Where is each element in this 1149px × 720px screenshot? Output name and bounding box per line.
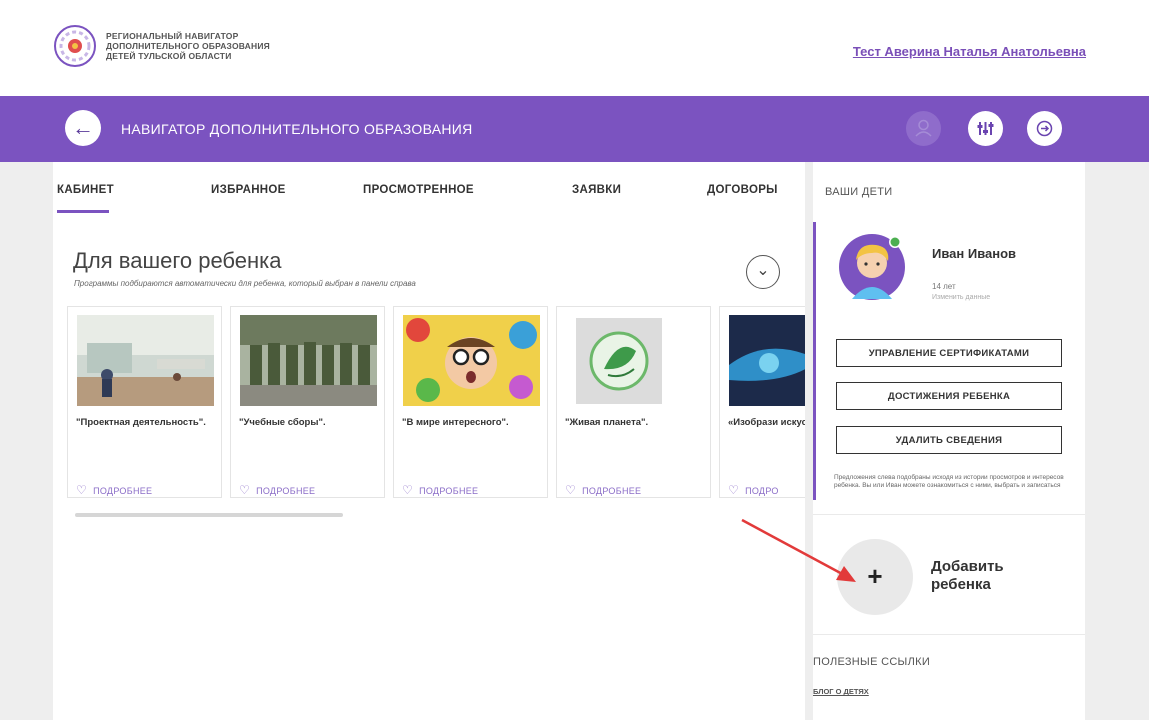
child-avatar[interactable]	[838, 233, 906, 301]
program-name: "Учебные сборы".	[239, 417, 326, 428]
child-name: Иван Иванов	[932, 246, 1017, 261]
program-name: "Живая планета".	[565, 417, 649, 428]
site-header: РЕГИОНАЛЬНЫЙ НАВИГАТОР ДОПОЛНИТЕЛЬНОГО О…	[0, 0, 1149, 96]
program-card[interactable]: «Изобрази искусство» ♡ПОДРО	[719, 306, 805, 498]
section-title: Для вашего ребенка	[73, 248, 282, 273]
program-image	[566, 315, 703, 406]
carousel-scrollbar[interactable]	[75, 513, 343, 517]
add-child-label[interactable]: Добавить ребенка	[931, 558, 1051, 594]
section-subtitle: Программы подбираются автоматически для …	[74, 279, 416, 288]
heart-icon[interactable]: ♡	[402, 483, 413, 497]
edit-child-link[interactable]: Изменить данные	[932, 294, 990, 301]
active-tab-indicator	[57, 210, 109, 213]
cabinet-tabs: КАБИНЕТ ИЗБРАННОЕ ПРОСМОТРЕННОЕ ЗАЯВКИ Д…	[53, 162, 805, 222]
navigator-title[interactable]: НАВИГАТОР ДОПОЛНИТЕЛЬНОГО ОБРАЗОВАНИЯ	[121, 121, 473, 137]
heart-icon[interactable]: ♡	[76, 483, 87, 497]
program-card[interactable]: "В мире интересного". ♡ ПОДРОБНЕЕ	[393, 306, 548, 498]
details-link[interactable]: ♡ ПОДРОБНЕЕ	[76, 483, 152, 497]
tab-favorites[interactable]: ИЗБРАННОЕ	[211, 184, 286, 196]
tab-contracts[interactable]: ДОГОВОРЫ	[707, 184, 778, 196]
program-name: "В мире интересного".	[402, 417, 509, 428]
useful-links: ПОЛЕЗНЫЕ ССЫЛКИ БЛОГ О ДЕТЯХ	[813, 634, 1085, 720]
delete-info-button[interactable]: УДАЛИТЬ СВЕДЕНИЯ	[836, 426, 1062, 454]
your-children-heading: ВАШИ ДЕТИ	[825, 186, 893, 198]
child-card: Иван Иванов 14 лет Изменить данные УПРАВ…	[813, 222, 1085, 500]
logout-icon	[1036, 120, 1053, 137]
program-card[interactable]: "Учебные сборы". ♡ ПОДРОБНЕЕ	[230, 306, 385, 498]
program-image	[77, 315, 214, 406]
program-carousel: "Проектная деятельность". ♡ ПОДРОБНЕЕ "У…	[67, 306, 805, 506]
user-profile-link[interactable]: Тест Аверина Наталья Анатольевна	[853, 44, 1086, 59]
arrow-left-icon: ←	[72, 115, 94, 140]
nav-bar: ← НАВИГАТОР ДОПОЛНИТЕЛЬНОГО ОБРАЗОВАНИЯ	[0, 96, 1149, 162]
org-name: РЕГИОНАЛЬНЫЙ НАВИГАТОР ДОПОЛНИТЕЛЬНОГО О…	[106, 31, 270, 61]
plus-icon: +	[867, 561, 883, 591]
profile-button[interactable]	[906, 111, 941, 146]
content-area: КАБИНЕТ ИЗБРАННОЕ ПРОСМОТРЕННОЕ ЗАЯВКИ Д…	[0, 162, 1149, 720]
blog-link[interactable]: БЛОГ О ДЕТЯХ	[813, 687, 869, 696]
program-card[interactable]: "Живая планета". ♡ ПОДРОБНЕЕ	[556, 306, 711, 498]
program-image	[403, 315, 540, 406]
details-link[interactable]: ♡ ПОДРОБНЕЕ	[565, 483, 641, 497]
program-image	[240, 315, 377, 406]
main-panel: КАБИНЕТ ИЗБРАННОЕ ПРОСМОТРЕННОЕ ЗАЯВКИ Д…	[53, 162, 805, 720]
program-name: «Изобрази искусство»	[728, 417, 805, 428]
heart-icon[interactable]: ♡	[239, 483, 250, 497]
child-age: 14 лет	[932, 282, 956, 291]
logout-button[interactable]	[1027, 111, 1062, 146]
manage-certificates-button[interactable]: УПРАВЛЕНИЕ СЕРТИФИКАТАМИ	[836, 339, 1062, 367]
tab-applications[interactable]: ЗАЯВКИ	[572, 184, 621, 196]
children-sidebar: ВАШИ ДЕТИ Иван Иванов 14 лет Изменить да…	[813, 162, 1085, 720]
useful-links-heading: ПОЛЕЗНЫЕ ССЫЛКИ	[813, 656, 931, 668]
program-card[interactable]: "Проектная деятельность". ♡ ПОДРОБНЕЕ	[67, 306, 222, 498]
person-icon	[915, 119, 932, 137]
collapse-button[interactable]: ⌄	[746, 255, 780, 289]
tab-cabinet[interactable]: КАБИНЕТ	[57, 184, 114, 196]
sliders-icon	[977, 122, 994, 135]
add-child-block: + Добавить ребенка	[813, 514, 1085, 632]
add-child-button[interactable]: +	[837, 539, 913, 615]
logo-icon[interactable]	[53, 24, 97, 68]
settings-filter-button[interactable]	[968, 111, 1003, 146]
heart-icon[interactable]: ♡	[728, 483, 739, 497]
recommendation-note: Предложения слева подобраны исходя из ис…	[834, 474, 1064, 489]
achievements-button[interactable]: ДОСТИЖЕНИЯ РЕБЕНКА	[836, 382, 1062, 410]
back-button[interactable]: ←	[65, 110, 101, 146]
program-image	[729, 315, 805, 406]
tab-viewed[interactable]: ПРОСМОТРЕННОЕ	[363, 184, 474, 196]
chevron-down-icon: ⌄	[756, 262, 770, 279]
heart-icon[interactable]: ♡	[565, 483, 576, 497]
details-link[interactable]: ♡ ПОДРО	[728, 483, 779, 497]
details-link[interactable]: ♡ ПОДРОБНЕЕ	[402, 483, 478, 497]
program-name: "Проектная деятельность".	[76, 417, 206, 428]
details-link[interactable]: ♡ ПОДРОБНЕЕ	[239, 483, 315, 497]
